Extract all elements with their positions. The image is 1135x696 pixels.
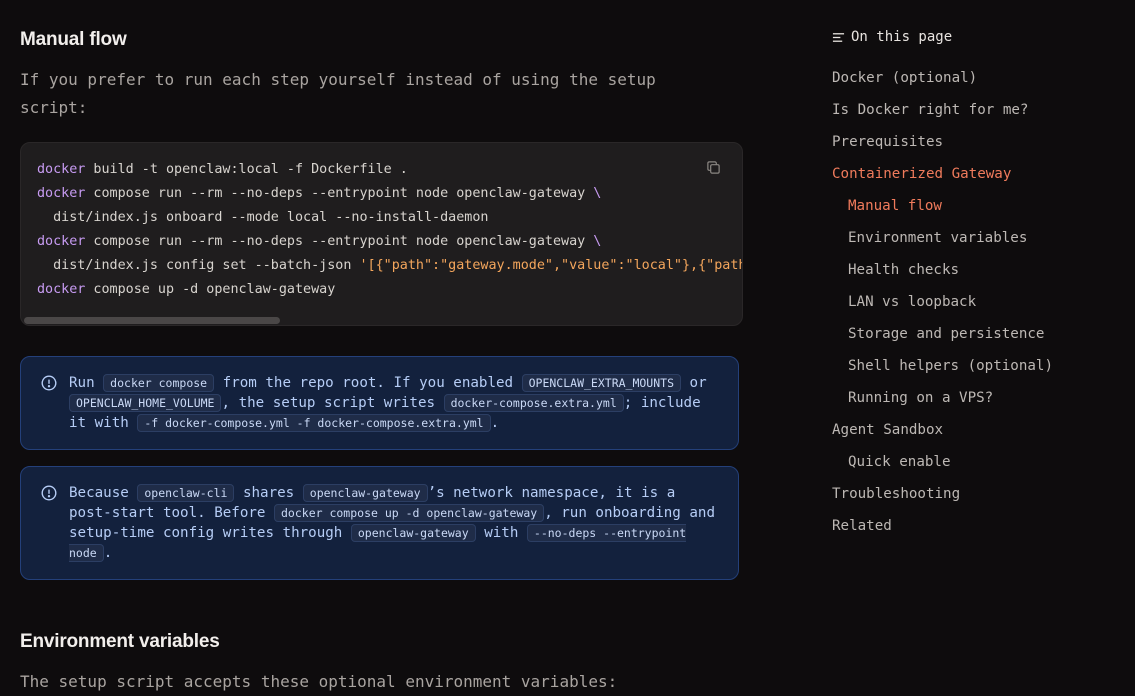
table-of-contents: On this page Docker (optional) Is Docker …: [832, 26, 1122, 542]
manual-intro-text: If you prefer to run each step yourself …: [20, 70, 656, 117]
toc-header: On this page: [832, 26, 1122, 48]
toc-item-lan-vs-loopback[interactable]: LAN vs loopback: [832, 286, 1122, 318]
toc-item-related[interactable]: Related: [832, 510, 1122, 542]
inline-code: docker compose: [103, 374, 215, 392]
horizontal-scrollbar[interactable]: [21, 316, 742, 325]
inline-code: -f docker-compose.yml -f docker-compose.…: [137, 414, 491, 432]
code-keyword: docker: [37, 162, 86, 177]
toc-item-health-checks[interactable]: Health checks: [832, 254, 1122, 286]
code-text: dist/index.js onboard --mode local --no-…: [37, 210, 489, 225]
code-text: dist/index.js config set --batch-json: [37, 258, 360, 273]
info-callout: Run docker compose from the repo root. I…: [20, 356, 739, 450]
list-icon: [832, 32, 845, 42]
toc-title: On this page: [851, 29, 953, 45]
heading-environment-variables: Environment variables: [20, 631, 220, 652]
code-keyword: \: [593, 234, 602, 249]
code-text: compose run --rm --no-deps --entrypoint …: [85, 234, 594, 249]
toc-item-shell-helpers-optional[interactable]: Shell helpers (optional): [832, 350, 1122, 382]
toc-item-troubleshooting[interactable]: Troubleshooting: [832, 478, 1122, 510]
inline-code: openclaw-gateway: [302, 484, 428, 502]
info-icon: [41, 485, 57, 501]
inline-code: OPENCLAW_HOME_VOLUME: [69, 394, 222, 412]
toc-item-quick-enable[interactable]: Quick enable: [832, 446, 1122, 478]
code-text: compose run --rm --no-deps --entrypoint …: [85, 186, 594, 201]
toc-item-containerized-gateway[interactable]: Containerized Gateway: [832, 158, 1122, 190]
inline-code: openclaw-cli: [137, 484, 235, 502]
code-string: '[{"path":"gateway.mode","value":"local"…: [359, 258, 742, 273]
toc-item-agent-sandbox[interactable]: Agent Sandbox: [832, 414, 1122, 446]
heading-manual-flow: Manual flow: [20, 29, 127, 50]
code-line: dist/index.js onboard --mode local --no-…: [37, 210, 488, 225]
inline-code: docker-compose.extra.yml: [443, 394, 624, 412]
toc-item-manual-flow[interactable]: Manual flow: [832, 190, 1122, 222]
toc-item-prerequisites[interactable]: Prerequisites: [832, 126, 1122, 158]
inline-code: docker compose up -d openclaw-gateway: [274, 504, 545, 522]
code-content[interactable]: docker build -t openclaw:local -f Docker…: [21, 143, 742, 302]
callout-text: Because openclaw-cli shares openclaw-gat…: [69, 484, 716, 562]
toc-item-storage-and-persistence[interactable]: Storage and persistence: [832, 318, 1122, 350]
info-icon: [41, 375, 57, 391]
toc-list: Docker (optional) Is Docker right for me?…: [832, 62, 1122, 542]
code-block: docker build -t openclaw:local -f Docker…: [20, 142, 743, 326]
code-text: build -t openclaw:local -f Dockerfile .: [85, 162, 408, 177]
toc-item-is-docker-right-for-me[interactable]: Is Docker right for me?: [832, 94, 1122, 126]
scrollbar-thumb[interactable]: [24, 317, 280, 324]
toc-item-docker-optional[interactable]: Docker (optional): [832, 62, 1122, 94]
callout-text: Run docker compose from the repo root. I…: [69, 374, 707, 432]
inline-code: openclaw-gateway: [350, 524, 476, 542]
code-keyword: docker: [37, 282, 86, 297]
code-line: docker compose run --rm --no-deps --entr…: [37, 186, 601, 201]
code-keyword: docker: [37, 186, 86, 201]
env-intro-text: The setup script accepts these optional …: [20, 672, 618, 691]
info-callout: Because openclaw-cli shares openclaw-gat…: [20, 466, 739, 580]
toc-item-environment-variables[interactable]: Environment variables: [832, 222, 1122, 254]
code-line: dist/index.js config set --batch-json '[…: [37, 258, 742, 273]
code-line: docker build -t openclaw:local -f Docker…: [37, 162, 408, 177]
code-keyword: docker: [37, 234, 86, 249]
copy-button[interactable]: [704, 158, 722, 176]
code-line: docker compose run --rm --no-deps --entr…: [37, 234, 601, 249]
toc-item-running-on-a-vps[interactable]: Running on a VPS?: [832, 382, 1122, 414]
code-text: compose up -d openclaw-gateway: [85, 282, 336, 297]
code-keyword: \: [593, 186, 602, 201]
inline-code: OPENCLAW_EXTRA_MOUNTS: [521, 374, 682, 392]
code-line: docker compose up -d openclaw-gateway: [37, 282, 335, 297]
copy-icon: [706, 160, 720, 174]
